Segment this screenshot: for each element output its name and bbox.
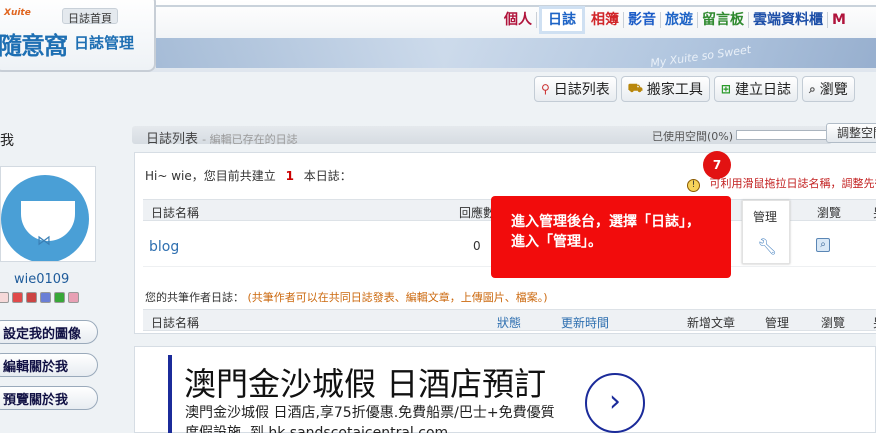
nav-item-video[interactable]: 影音 [624, 12, 661, 28]
blog-count: 1 [285, 169, 294, 183]
header: My Xuite so Sweet Xuite 日誌首頁 隨意窩 日誌管理 個人… [0, 0, 876, 72]
edit-about-button[interactable]: 編輯關於我 [0, 353, 98, 377]
magnifier-icon: ⌕ [808, 81, 816, 96]
instruction-callout: 進入管理後台，選擇「日誌」，進入「管理」。 [491, 196, 731, 278]
move-tool-label: 搬家工具 [646, 82, 703, 98]
header-banner [156, 38, 876, 68]
blog-toolbar: ⚲ 日誌列表 ⛟ 搬家工具 ⊞ 建立日誌 ⌕ 瀏覽 [534, 76, 855, 102]
profile-icons [0, 292, 79, 303]
top-nav: 個人 日誌 相簿 影音 旅遊 留言板 雲端資料櫃 M [500, 6, 850, 34]
space-usage-bar [736, 130, 828, 140]
avatar[interactable]: ⋈ [0, 166, 96, 262]
album-icon[interactable] [40, 292, 51, 303]
page-title: 日誌列表 - 編輯已存在的日誌 [146, 128, 298, 147]
adjust-space-button[interactable]: 調整空間 [826, 123, 876, 143]
nav-item-more[interactable]: M [828, 12, 850, 28]
col-replies: 回應數 [459, 206, 496, 220]
add-icon: ⊞ [720, 82, 731, 96]
col-updated[interactable]: 更新時間 [561, 314, 609, 331]
coauthor-section-title: 您的共筆作者日誌： (共筆作者可以在共同日誌發表、編輯文章，上傳圖片、檔案。) [145, 289, 548, 305]
pin-icon: ⚲ [541, 82, 550, 96]
col-blog-name: 日誌名稱 [151, 206, 200, 220]
brand-logo: Xuite [4, 8, 31, 18]
page-title-note: - 編輯已存在的日誌 [202, 133, 298, 146]
sidebar: 我 ⋈ wie0109 設定我的圖像 編輯關於我 預覽關於我 [0, 112, 128, 433]
coauthor-note: (共筆作者可以在共同日誌發表、編輯文章，上傳圖片、檔案。) [247, 291, 548, 304]
page-title-text: 日誌列表 [146, 132, 199, 147]
ad-accent-bar [168, 355, 172, 433]
blog-name-link[interactable]: blog [149, 239, 179, 255]
highlight-manage-header: 管理 [753, 210, 778, 224]
wrench-icon[interactable]: 🔧︎ [757, 237, 777, 256]
coauthor-table-header: 日誌名稱 狀態 更新時間 新增文章 管理 瀏覽 另 [143, 309, 876, 331]
bow-tie-icon: ⋈ [37, 233, 51, 249]
set-avatar-button[interactable]: 設定我的圖像 [0, 320, 98, 344]
greeting: Hi~ wie，您目前共建立 1 本日誌： [145, 167, 352, 184]
nav-item-cloud[interactable]: 雲端資料櫃 [749, 12, 828, 28]
nav-item-blog[interactable]: 日誌 [539, 6, 585, 34]
logo-sub-text: 日誌管理 [74, 34, 135, 52]
create-blog-button[interactable]: ⊞ 建立日誌 [713, 76, 798, 102]
greeting-prefix: Hi~ wie，您目前共建立 [145, 169, 276, 183]
col-browse: 瀏覽 [817, 206, 842, 220]
logo-main-text: 隨意窩 [0, 32, 68, 60]
profile-icon[interactable] [0, 292, 9, 303]
nav-item-personal[interactable]: 個人 [500, 12, 537, 28]
advertisement[interactable]: 澳門金沙城假 日酒店預訂 澳門金沙城假 日酒店,享75折優惠.免費船票/巴士+免… [134, 346, 876, 433]
nav-item-guestbook[interactable]: 留言板 [698, 12, 749, 28]
blog-replies: 0 [473, 239, 481, 253]
browse-label: 瀏覽 [819, 82, 848, 98]
preview-about-button[interactable]: 預覽關於我 [0, 386, 98, 410]
col-status[interactable]: 狀態 [497, 314, 521, 331]
mail-icon[interactable] [12, 292, 23, 303]
header-divider [156, 5, 876, 7]
blog-list-label: 日誌列表 [553, 82, 610, 98]
guestbook-icon[interactable] [68, 292, 79, 303]
move-tool-button[interactable]: ⛟ 搬家工具 [620, 76, 710, 102]
nav-item-travel[interactable]: 旅遊 [661, 12, 698, 28]
chevron-right-icon[interactable]: › [585, 373, 645, 433]
greeting-suffix: 本日誌： [303, 169, 352, 183]
col-coauthor-manage: 管理 [765, 316, 790, 330]
ad-description: 澳門金沙城假 日酒店,享75折優惠.免費船票/巴士+免費優質度假設施. 到 hk… [185, 405, 555, 433]
col-coauthor-browse: 瀏覽 [821, 316, 846, 330]
drag-hint-text: 可利用滑鼠拖拉日誌名稱，調整先後 [709, 177, 876, 190]
manage-column-highlight: 管理 🔧︎ [742, 200, 790, 264]
chat-icon[interactable] [54, 292, 65, 303]
step-number-badge: 7 [703, 151, 731, 179]
sidebar-heading: 我 [0, 133, 14, 149]
coauthor-title-text: 您的共筆作者日誌： [145, 291, 244, 304]
col-new-post: 新增文章 [687, 316, 736, 330]
username: wie0109 [14, 272, 70, 287]
create-blog-label: 建立日誌 [734, 82, 791, 98]
blog-home-link[interactable]: 日誌首頁 [62, 8, 118, 25]
logo-area[interactable]: Xuite 日誌首頁 隨意窩 日誌管理 [0, 0, 156, 72]
ad-title[interactable]: 澳門金沙城假 日酒店預訂 [184, 359, 546, 405]
space-usage-label: 已使用空間(0%) [652, 130, 734, 143]
browse-blog-icon[interactable]: ⌕ [816, 238, 830, 252]
video-icon[interactable] [26, 292, 37, 303]
hint-icon: ! [687, 179, 700, 192]
truck-icon: ⛟ [627, 81, 643, 95]
browse-button[interactable]: ⌕ 瀏覽 [801, 76, 855, 102]
nav-item-album[interactable]: 相簿 [587, 12, 624, 28]
blog-list-button[interactable]: ⚲ 日誌列表 [534, 76, 617, 102]
col-coauthor-name: 日誌名稱 [151, 316, 200, 330]
